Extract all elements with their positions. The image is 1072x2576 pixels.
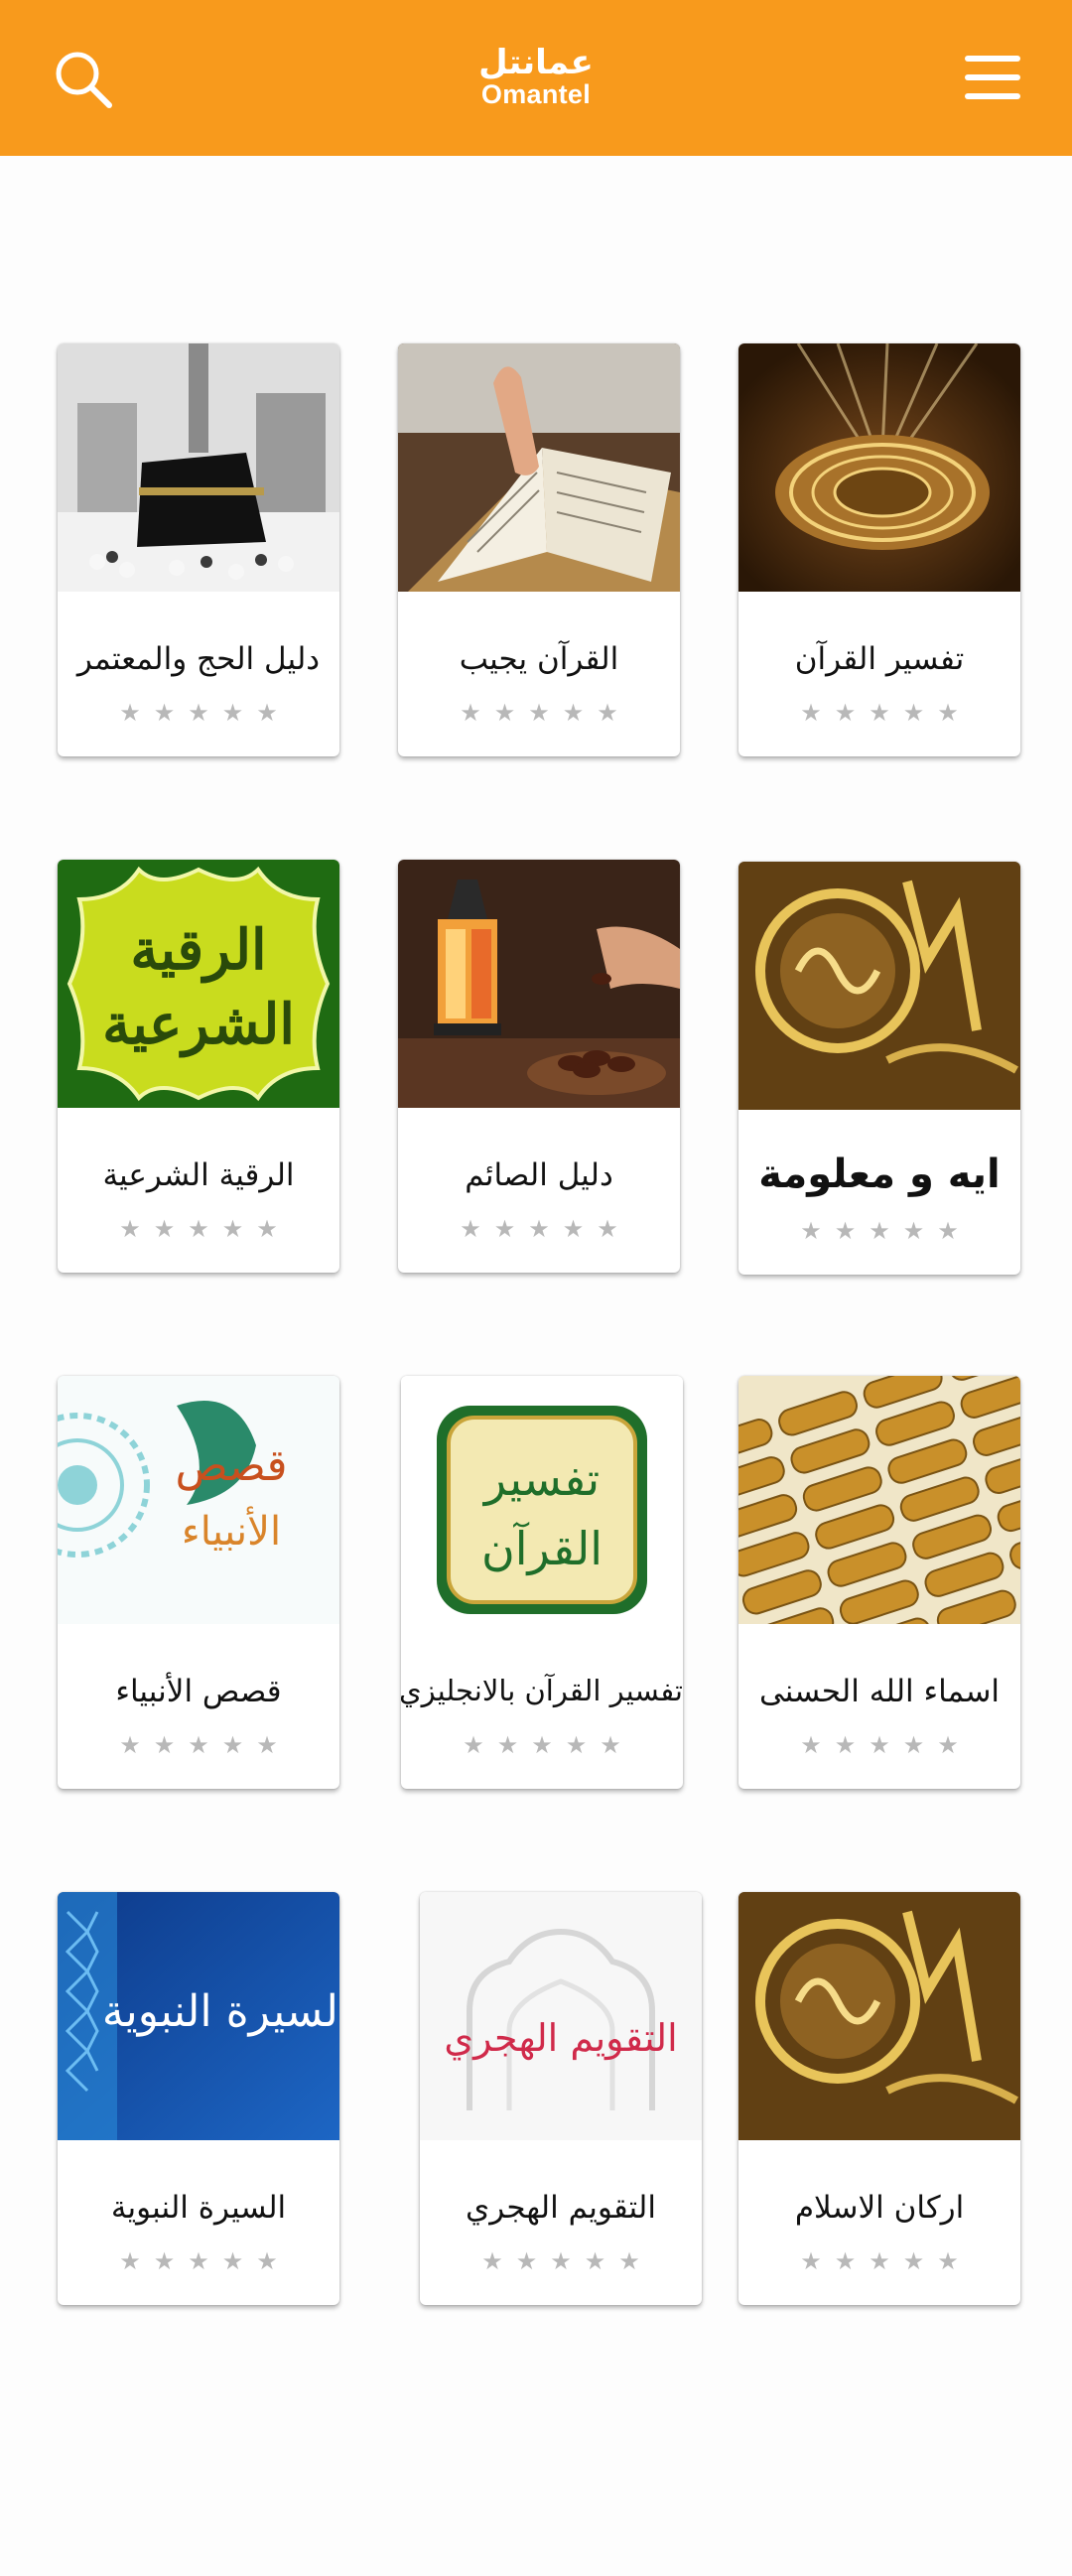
app-title: اركان الاسلام xyxy=(794,2190,965,2226)
logo-english: Omantel xyxy=(480,79,592,109)
rating-stars: ★★★★★ xyxy=(119,699,291,727)
rating-stars: ★★★★★ xyxy=(460,1215,631,1243)
app-thumbnail-gold-calligraphy xyxy=(738,862,1020,1110)
app-title: تفسير القرآن xyxy=(794,641,965,677)
rating-stars: ★★★★★ xyxy=(119,2247,291,2275)
prophets-image-text-1: قصص xyxy=(175,1440,287,1491)
app-title: السيرة النبوية xyxy=(110,2190,287,2226)
app-thumbnail-prophet-biography: السيرة النبوية xyxy=(58,1892,339,2140)
app-title: دليل الحج والمعتمر xyxy=(76,641,321,677)
app-card-tafsir-english[interactable]: تفسير القرآن تفسير القرآن بالانجليزي ★★★… xyxy=(401,1376,683,1789)
rating-stars: ★★★★★ xyxy=(800,1731,972,1759)
tafsir-image-text-2: القرآن xyxy=(481,1521,603,1576)
biography-image-text: السيرة النبوية xyxy=(102,1986,339,2037)
app-thumbnail-tafsir-english: تفسير القرآن xyxy=(401,1376,683,1624)
app-title: اسماء الله الحسنى xyxy=(758,1674,1001,1709)
app-thumbnail-gold-calligraphy-2 xyxy=(738,1892,1020,2140)
app-thumbnail-hijri-calendar: التقويم الهجري xyxy=(420,1892,702,2140)
app-card-hajj-guide[interactable]: دليل الحج والمعتمر ★★★★★ xyxy=(58,343,339,756)
app-thumbnail-ruqyah: الرقية الشرعية xyxy=(58,860,339,1108)
hijri-image-text: التقويم الهجري xyxy=(444,2016,677,2061)
app-header: عمانتل Omantel xyxy=(0,0,1072,156)
rating-stars: ★★★★★ xyxy=(481,2247,653,2275)
app-title: التقويم الهجري xyxy=(466,2190,656,2226)
rating-stars: ★★★★★ xyxy=(800,699,972,727)
app-thumbnail-quran-gold xyxy=(738,343,1020,592)
app-thumbnail-lantern-dates xyxy=(398,860,680,1108)
app-thumbnail-reading-quran xyxy=(398,343,680,592)
app-title: تفسير القرآن بالانجليزي xyxy=(401,1674,683,1707)
rating-stars: ★★★★★ xyxy=(119,1731,291,1759)
app-thumbnail-names-of-allah xyxy=(738,1376,1020,1624)
app-title: دليل الصائم xyxy=(465,1157,613,1193)
rating-stars: ★★★★★ xyxy=(800,1217,972,1245)
app-card-quran-answers[interactable]: القرآن يجيب ★★★★★ xyxy=(398,343,680,756)
ruqyah-image-text-1: الرقية xyxy=(130,917,266,984)
app-card-prophets-stories[interactable]: قصص الأنبياء قصص الأنبياء ★★★★★ xyxy=(58,1376,339,1789)
omantel-logo: عمانتل Omantel xyxy=(478,46,594,108)
logo-arabic: عمانتل xyxy=(478,43,594,82)
ruqyah-image-text-2: الشرعية xyxy=(102,992,295,1058)
app-card-pillars-of-islam[interactable]: اركان الاسلام ★★★★★ xyxy=(738,1892,1020,2305)
menu-button[interactable] xyxy=(961,52,1024,103)
app-title: القرآن يجيب xyxy=(459,641,619,677)
app-title: ايه و معلومة xyxy=(758,1152,1001,1197)
app-card-verse-info[interactable]: ايه و معلومة ★★★★★ xyxy=(738,862,1020,1275)
app-card-names-of-allah[interactable]: اسماء الله الحسنى ★★★★★ xyxy=(738,1376,1020,1789)
app-card-hijri-calendar[interactable]: التقويم الهجري التقويم الهجري ★★★★★ xyxy=(420,1892,702,2305)
app-title: قصص الأنبياء xyxy=(115,1674,282,1709)
app-card-fasting-guide[interactable]: دليل الصائم ★★★★★ xyxy=(398,860,680,1273)
search-button[interactable] xyxy=(52,48,115,111)
prophets-image-text-2: الأنبياء xyxy=(182,1506,281,1555)
app-card-tafsir-quran[interactable]: تفسير القرآن ★★★★★ xyxy=(738,343,1020,756)
app-card-ruqyah[interactable]: الرقية الشرعية الرقية الشرعية ★★★★★ xyxy=(58,860,339,1273)
rating-stars: ★★★★★ xyxy=(800,2247,972,2275)
rating-stars: ★★★★★ xyxy=(463,1731,634,1759)
app-card-prophet-biography[interactable]: السيرة النبوية السيرة النبوية ★★★★★ xyxy=(58,1892,339,2305)
app-thumbnail-kaaba xyxy=(58,343,339,592)
app-title: الرقية الشرعية xyxy=(102,1157,295,1193)
app-thumbnail-prophets-stories: قصص الأنبياء xyxy=(58,1376,339,1624)
tafsir-image-text-1: تفسير xyxy=(482,1452,600,1507)
rating-stars: ★★★★★ xyxy=(460,699,631,727)
rating-stars: ★★★★★ xyxy=(119,1215,291,1243)
hamburger-menu-icon xyxy=(965,56,1020,99)
search-icon xyxy=(56,52,112,108)
